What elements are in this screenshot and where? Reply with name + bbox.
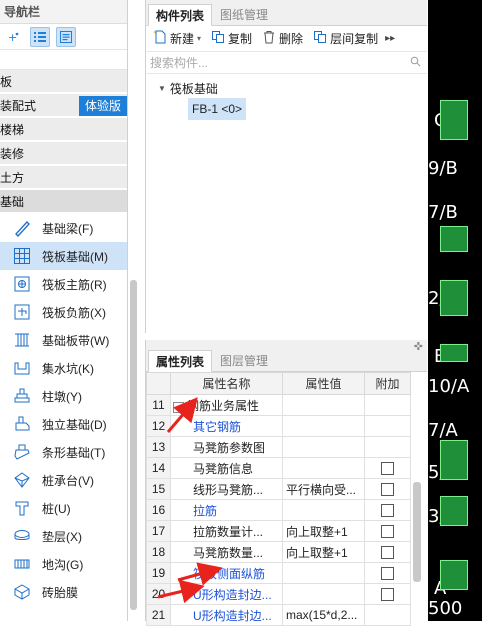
arrow-annotation-2 bbox=[177, 562, 223, 586]
arrow-annotation-3 bbox=[157, 579, 205, 604]
annotation-arrows bbox=[157, 397, 223, 604]
arrow-annotation-1 bbox=[166, 397, 198, 433]
